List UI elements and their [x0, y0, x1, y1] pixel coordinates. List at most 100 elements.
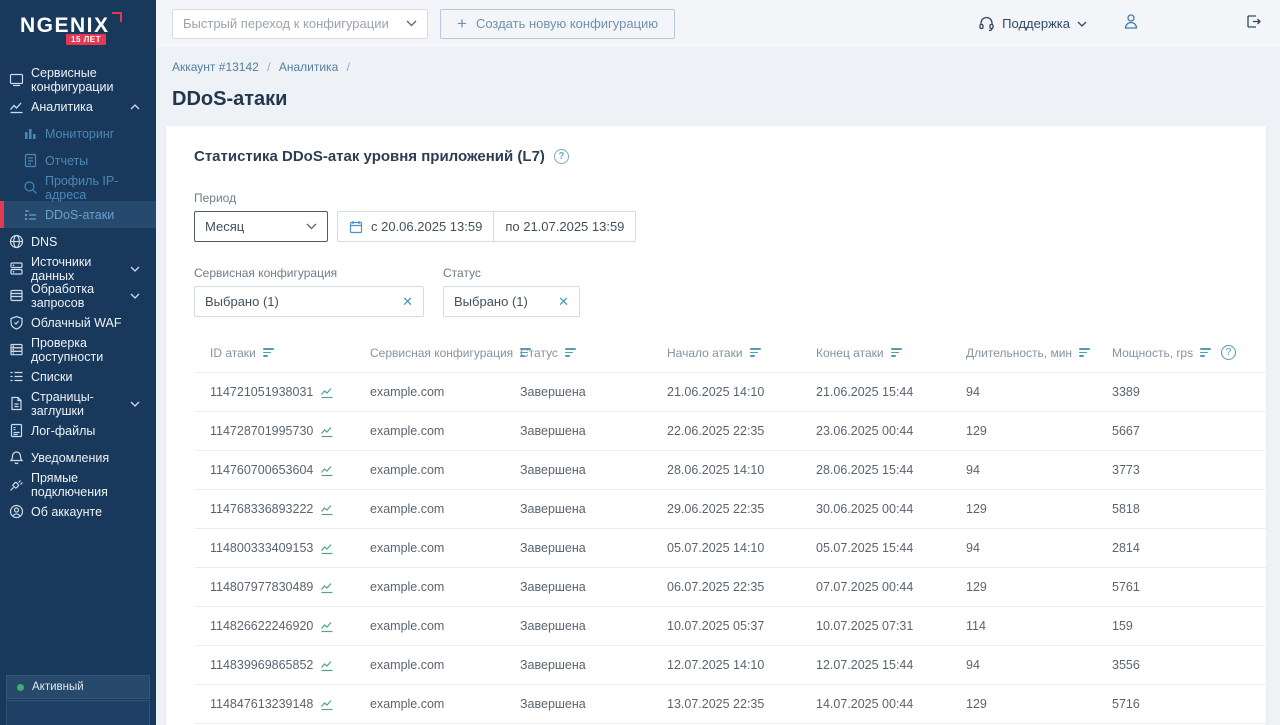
- sidebar-item-lists[interactable]: Списки: [0, 363, 156, 390]
- attack-chart-icon[interactable]: [320, 386, 334, 399]
- cell-status: Завершена: [504, 412, 651, 451]
- breadcrumb-analytics-link[interactable]: Аналитика: [279, 60, 338, 74]
- cell-duration: 129: [950, 568, 1096, 607]
- clear-icon[interactable]: ✕: [402, 294, 413, 310]
- sidebar-item-availability-check[interactable]: Проверка доступности: [0, 336, 156, 363]
- power-help-icon[interactable]: ?: [1221, 345, 1236, 360]
- sidebar-item-service-configs[interactable]: Сервисные конфигурации: [0, 66, 156, 93]
- support-menu[interactable]: Поддержка: [978, 15, 1087, 32]
- attack-chart-icon[interactable]: [320, 464, 334, 477]
- logout-button[interactable]: [1245, 13, 1262, 35]
- cell-end: 23.06.2025 00:44: [800, 412, 950, 451]
- sidebar-item-notifications[interactable]: Уведомления: [0, 444, 156, 471]
- status-filter-group: Статус Выбрано (1) ✕: [443, 266, 580, 317]
- config-filter-label: Сервисная конфигурация: [194, 266, 424, 280]
- report-document-icon: [23, 153, 38, 168]
- account-status-label: Активный: [32, 681, 84, 693]
- user-account-button[interactable]: [1123, 13, 1139, 35]
- sidebar-item-data-sources[interactable]: Источники данных: [0, 255, 156, 282]
- quick-config-select[interactable]: Быстрый переход к конфигурации: [172, 9, 428, 39]
- date-to-field[interactable]: по 21.07.2025 13:59: [493, 212, 635, 241]
- attack-chart-icon[interactable]: [320, 581, 334, 594]
- logo-corner-arrow-icon: [112, 12, 122, 22]
- sidebar-item-reports[interactable]: Отчеты: [0, 147, 156, 174]
- attack-chart-icon[interactable]: [320, 698, 334, 711]
- filter-icon[interactable]: [750, 348, 761, 357]
- sidebar-item-analytics[interactable]: Аналитика: [0, 93, 156, 120]
- filter-icon[interactable]: [263, 348, 274, 357]
- cell-status: Завершена: [504, 529, 651, 568]
- create-config-label: Создать новую конфигурацию: [476, 16, 658, 31]
- attack-chart-icon[interactable]: [320, 659, 334, 672]
- status-filter-select[interactable]: Выбрано (1) ✕: [443, 286, 580, 317]
- ngenix-logo[interactable]: NGENIX 15 ЛЕТ: [0, 0, 156, 44]
- headset-icon: [978, 15, 995, 32]
- attack-chart-icon[interactable]: [320, 542, 334, 555]
- section-help-icon[interactable]: ?: [554, 149, 569, 164]
- sidebar-item-dns[interactable]: DNS: [0, 228, 156, 255]
- section-title: Статистика DDoS-атак уровня приложений (…: [194, 148, 545, 165]
- date-from-field[interactable]: с 20.06.2025 13:59: [338, 212, 493, 241]
- cell-id-text: 114807977830489: [210, 580, 313, 594]
- sidebar-item-log-files[interactable]: Лог-файлы: [0, 417, 156, 444]
- sidebar-item-monitoring[interactable]: Мониторинг: [0, 120, 156, 147]
- table-row: 114826622246920 example.com Завершена 10…: [194, 607, 1266, 646]
- breadcrumb-account-link[interactable]: Аккаунт #13142: [172, 60, 259, 74]
- filters-row: Сервисная конфигурация Выбрано (1) ✕ Ста…: [194, 266, 1266, 317]
- cell-config: example.com: [354, 412, 504, 451]
- cell-id-text: 114768336893222: [210, 502, 313, 516]
- filter-icon[interactable]: [565, 348, 576, 357]
- sidebar-item-direct-connections[interactable]: Прямые подключения: [0, 471, 156, 498]
- cell-end: 28.06.2025 15:44: [800, 451, 950, 490]
- attack-chart-icon[interactable]: [320, 503, 334, 516]
- cell-config: example.com: [354, 529, 504, 568]
- period-value: Месяц: [205, 219, 244, 234]
- quick-config-placeholder: Быстрый переход к конфигурации: [183, 16, 389, 31]
- filter-icon[interactable]: [1079, 348, 1090, 357]
- sidebar-item-stub-pages[interactable]: Страницы-заглушки: [0, 390, 156, 417]
- sidebar-item-ip-profile[interactable]: Профиль IP-адреса: [0, 174, 156, 201]
- sidebar-item-label: Списки: [31, 370, 72, 384]
- cell-status: Завершена: [504, 685, 651, 724]
- create-config-button[interactable]: + Создать новую конфигурацию: [440, 9, 675, 39]
- sidebar-item-cloud-waf[interactable]: Облачный WAF: [0, 309, 156, 336]
- table-row: 114807977830489 example.com Завершена 06…: [194, 568, 1266, 607]
- attack-chart-icon[interactable]: [320, 620, 334, 633]
- account-status-selector[interactable]: Активный: [6, 675, 150, 699]
- cell-power: 159: [1096, 607, 1266, 646]
- cell-id-text: 114839969865852: [210, 658, 313, 672]
- cell-start: 13.07.2025 22:35: [651, 685, 800, 724]
- sidebar-item-label: Аналитика: [31, 100, 93, 114]
- globe-icon: [9, 234, 24, 249]
- cell-start: 12.07.2025 14:10: [651, 646, 800, 685]
- cell-end: 07.07.2025 00:44: [800, 568, 950, 607]
- config-filter-select[interactable]: Выбрано (1) ✕: [194, 286, 424, 317]
- filter-icon[interactable]: [1200, 348, 1211, 357]
- user-icon: [1123, 13, 1139, 35]
- breadcrumb-separator: /: [347, 60, 350, 74]
- date-range-group: с 20.06.2025 13:59 по 21.07.2025 13:59: [337, 211, 636, 242]
- cell-config: example.com: [354, 451, 504, 490]
- cell-id-text: 114847613239148: [210, 697, 313, 711]
- col-header-duration: Длительность, мин: [950, 339, 1096, 373]
- filter-icon[interactable]: [891, 348, 902, 357]
- main-area: Быстрый переход к конфигурации + Создать…: [156, 0, 1280, 725]
- sidebar-item-request-processing[interactable]: Обработка запросов: [0, 282, 156, 309]
- cell-start: 29.06.2025 22:35: [651, 490, 800, 529]
- cell-start: 06.07.2025 22:35: [651, 568, 800, 607]
- cell-config: example.com: [354, 646, 504, 685]
- config-filter-value: Выбрано (1): [205, 294, 279, 309]
- sidebar-item-ddos-attacks[interactable]: DDoS-атаки: [0, 201, 156, 228]
- plus-icon: +: [457, 14, 467, 34]
- cell-config: example.com: [354, 568, 504, 607]
- cell-id-text: 114728701995730: [210, 424, 313, 438]
- sidebar-item-about-account[interactable]: Об аккаунте: [0, 498, 156, 525]
- request-processing-icon: [9, 288, 24, 303]
- attack-chart-icon[interactable]: [320, 425, 334, 438]
- period-select[interactable]: Месяц: [194, 211, 328, 242]
- log-file-icon: [9, 423, 24, 438]
- shield-icon: [9, 315, 24, 330]
- content-panel: Статистика DDoS-атак уровня приложений (…: [166, 126, 1266, 725]
- clear-icon[interactable]: ✕: [558, 294, 569, 310]
- status-filter-value: Выбрано (1): [454, 294, 528, 309]
